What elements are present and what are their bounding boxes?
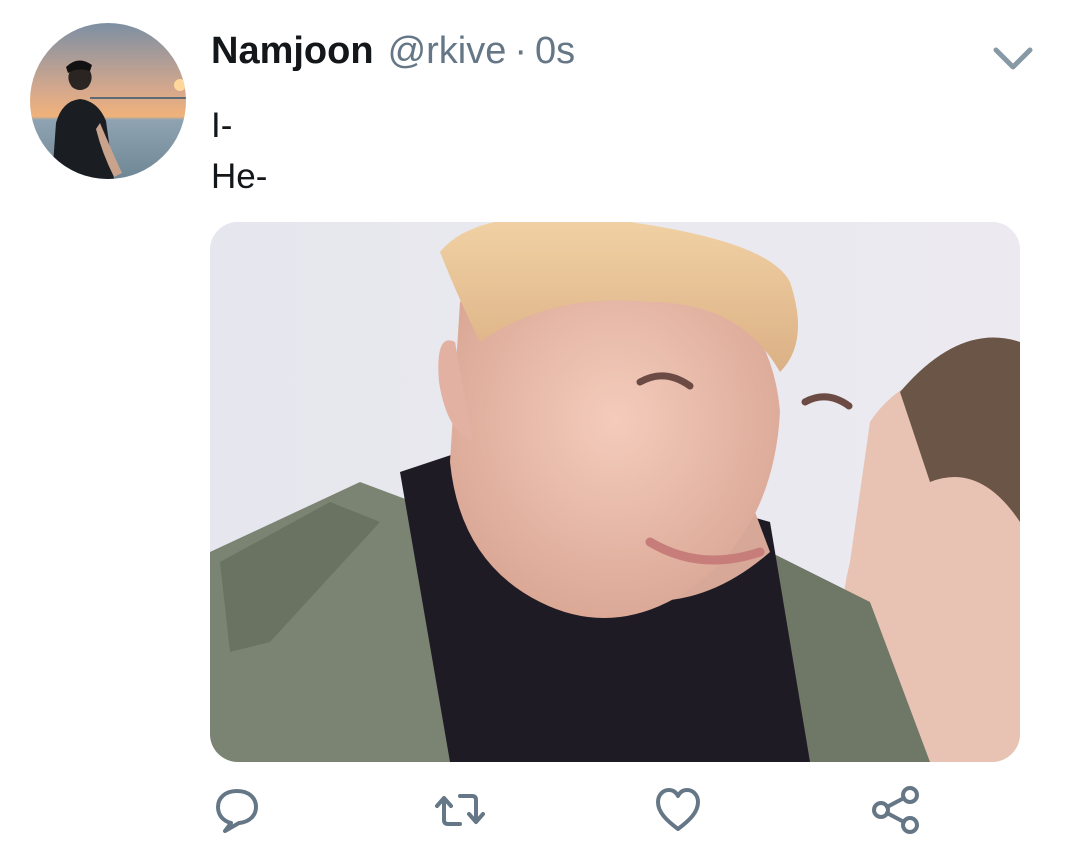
chevron-down-icon[interactable]: [990, 42, 1036, 76]
tweet-card[interactable]: Namjoon @rkive · 0s I- He-: [0, 0, 1080, 853]
display-name[interactable]: Namjoon: [211, 30, 374, 73]
heart-icon[interactable]: [648, 780, 708, 840]
user-handle[interactable]: @rkive: [388, 30, 507, 73]
tweet-media-image[interactable]: [210, 222, 1020, 762]
tweet-text-line: He-: [211, 157, 268, 196]
tweet-header: Namjoon @rkive · 0s: [211, 30, 575, 80]
share-icon[interactable]: [866, 780, 926, 840]
tweet-text: I- He-: [211, 100, 267, 202]
timestamp[interactable]: 0s: [535, 30, 575, 73]
separator-dot: ·: [514, 30, 528, 72]
tweet-text-line: I-: [211, 106, 233, 145]
reply-icon[interactable]: [207, 780, 267, 840]
tweet-actions: [0, 780, 1080, 840]
retweet-icon[interactable]: [430, 780, 490, 840]
avatar[interactable]: [30, 23, 186, 179]
